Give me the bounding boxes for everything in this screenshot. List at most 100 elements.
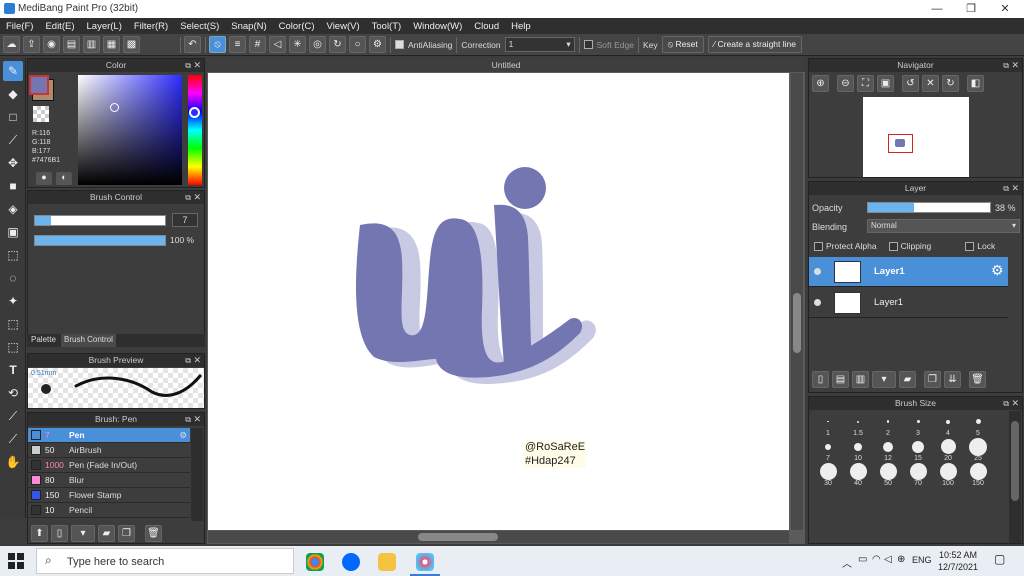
flip-icon[interactable]: ◧: [967, 75, 984, 92]
brush-size-option[interactable]: 1.5: [843, 413, 873, 438]
popout-icon[interactable]: ⧉: [185, 191, 191, 204]
new-brush-icon[interactable]: ▯: [51, 524, 68, 542]
rectangle-tool-icon[interactable]: □: [3, 107, 23, 127]
snap-off-icon[interactable]: ⦸: [209, 36, 226, 53]
menu-edit[interactable]: Edit(E): [39, 21, 80, 32]
tab-palette[interactable]: Palette: [29, 335, 58, 344]
select-eraser-tool-icon[interactable]: ⬚: [3, 337, 23, 357]
settings-icon[interactable]: ⚙: [369, 36, 386, 53]
wifi-icon[interactable]: ◠: [872, 554, 881, 565]
globe-icon[interactable]: ⊕: [897, 554, 905, 565]
brush-size-option[interactable]: 25: [963, 437, 993, 463]
trash-icon[interactable]: 🗑: [145, 524, 162, 542]
pen-tool-icon[interactable]: ✎: [3, 61, 23, 81]
drawing-canvas[interactable]: @RoSaReE #Hdap247: [208, 73, 789, 530]
popout-icon[interactable]: ⧉: [1003, 397, 1009, 410]
rotate-right-icon[interactable]: ↻: [942, 75, 959, 92]
add-brush-icon[interactable]: ▾: [71, 524, 95, 542]
radial-snap-icon[interactable]: ✳: [289, 36, 306, 53]
brush-size-option[interactable]: 70: [903, 463, 933, 488]
brush-size-option[interactable]: 20: [933, 438, 963, 463]
brush-size-option[interactable]: 100: [933, 463, 963, 488]
dot-tool-icon[interactable]: ⟋: [3, 130, 23, 150]
hue-slider-handle[interactable]: [189, 107, 200, 118]
brush-size-option[interactable]: 10: [843, 438, 873, 463]
eye-icon[interactable]: [814, 268, 821, 275]
straight-line-button[interactable]: ⁄ Create a straight line: [707, 36, 802, 53]
battery-icon[interactable]: ▭: [858, 554, 867, 565]
grid-icon[interactable]: ▩: [123, 36, 140, 53]
actual-size-icon[interactable]: ▣: [877, 75, 894, 92]
chevron-up-icon[interactable]: ︿: [842, 555, 852, 570]
select-tool-icon[interactable]: ⬚: [3, 245, 23, 265]
brush-item[interactable]: 80 Blur: [28, 473, 190, 488]
brush-size-option[interactable]: 50: [873, 463, 903, 488]
close-icon[interactable]: ✕: [193, 413, 201, 426]
undo-icon[interactable]: ↶: [184, 36, 201, 53]
new-halftone-layer-icon[interactable]: ▤: [832, 370, 849, 388]
fit-icon[interactable]: ⛶: [857, 75, 874, 92]
palette-icon[interactable]: ●: [36, 172, 52, 185]
copy-brush-icon[interactable]: ❐: [118, 524, 135, 542]
brush-item[interactable]: 7 Pen ⚙: [28, 428, 190, 443]
primary-color-swatch[interactable]: [29, 75, 49, 95]
folder-icon[interactable]: ▰: [899, 370, 916, 388]
brush-size-option[interactable]: 150: [963, 463, 993, 488]
clock[interactable]: 10:52 AM 12/7/2021: [938, 549, 978, 573]
trash-icon[interactable]: 🗑: [969, 370, 986, 388]
windows-start-icon[interactable]: [8, 553, 24, 569]
taskbar-search-box[interactable]: ⌕ Type here to search: [36, 548, 294, 574]
close-icon[interactable]: ✕: [193, 59, 201, 72]
clipping-checkbox[interactable]: [888, 241, 898, 251]
minimize-button[interactable]: —: [920, 0, 954, 18]
brush-size-slider[interactable]: [34, 215, 166, 226]
add-layer-menu-icon[interactable]: ▾: [872, 370, 896, 388]
canvas-tab[interactable]: Untitled: [207, 58, 805, 72]
menu-color[interactable]: Color(C): [273, 21, 321, 32]
brush-size-option[interactable]: 15: [903, 438, 933, 463]
duplicate-layer-icon[interactable]: ❐: [924, 370, 941, 388]
menu-tool[interactable]: Tool(T): [366, 21, 408, 32]
panels-icon[interactable]: ▦: [103, 36, 120, 53]
new-layer-icon[interactable]: ▯: [812, 370, 829, 388]
popout-icon[interactable]: ⧉: [185, 59, 191, 72]
menu-layer[interactable]: Layer(L): [81, 21, 128, 32]
brush-size-option[interactable]: 7: [813, 438, 843, 463]
chrome-icon[interactable]: [306, 553, 324, 571]
menu-cloud[interactable]: Cloud: [468, 21, 505, 32]
operation-tool-icon[interactable]: ⟲: [3, 383, 23, 403]
reset-button[interactable]: ⦸ Reset: [661, 36, 704, 53]
tab-brush-control[interactable]: Brush Control: [61, 334, 116, 347]
soft-edge-checkbox[interactable]: [583, 40, 593, 49]
brush-size-option[interactable]: 30: [813, 463, 843, 488]
eyedropper-tool-icon[interactable]: ⟋: [3, 429, 23, 449]
menu-file[interactable]: File(F): [0, 21, 39, 32]
antialiasing-checkbox[interactable]: [395, 40, 404, 49]
select-pen-tool-icon[interactable]: ⬚: [3, 314, 23, 334]
merge-layer-icon[interactable]: ⇊: [944, 370, 961, 388]
zoom-out-icon[interactable]: ⊖: [837, 75, 854, 92]
brush-size-option[interactable]: 2: [873, 413, 903, 438]
volume-icon[interactable]: ◁: [884, 554, 892, 565]
rotate-left-icon[interactable]: ↺: [902, 75, 919, 92]
navigator-thumbnail[interactable]: [863, 97, 969, 177]
lock-checkbox[interactable]: [965, 241, 975, 251]
close-icon[interactable]: ✕: [193, 354, 201, 367]
language-indicator[interactable]: ENG: [912, 555, 932, 565]
brush-size-option[interactable]: 12: [873, 438, 903, 463]
popout-icon[interactable]: ⧉: [185, 354, 191, 367]
protect-alpha-checkbox[interactable]: [814, 241, 823, 251]
page-icon[interactable]: ▤: [63, 36, 80, 53]
vertical-scroll-thumb[interactable]: [793, 293, 801, 353]
eraser-tool-icon[interactable]: ◆: [3, 84, 23, 104]
brush-size-option[interactable]: 4: [933, 413, 963, 438]
menu-view[interactable]: View(V): [321, 21, 366, 32]
folder-icon[interactable]: ▰: [98, 524, 115, 542]
gear-icon[interactable]: ⚙: [991, 262, 1004, 279]
new-8bit-layer-icon[interactable]: ▥: [852, 370, 869, 388]
menu-window[interactable]: Window(W): [407, 21, 468, 32]
brush-size-option[interactable]: 5: [963, 413, 993, 438]
close-icon[interactable]: ✕: [1011, 59, 1019, 72]
zoom-in-icon[interactable]: ⊕: [812, 75, 829, 92]
close-icon[interactable]: ✕: [1011, 397, 1019, 410]
